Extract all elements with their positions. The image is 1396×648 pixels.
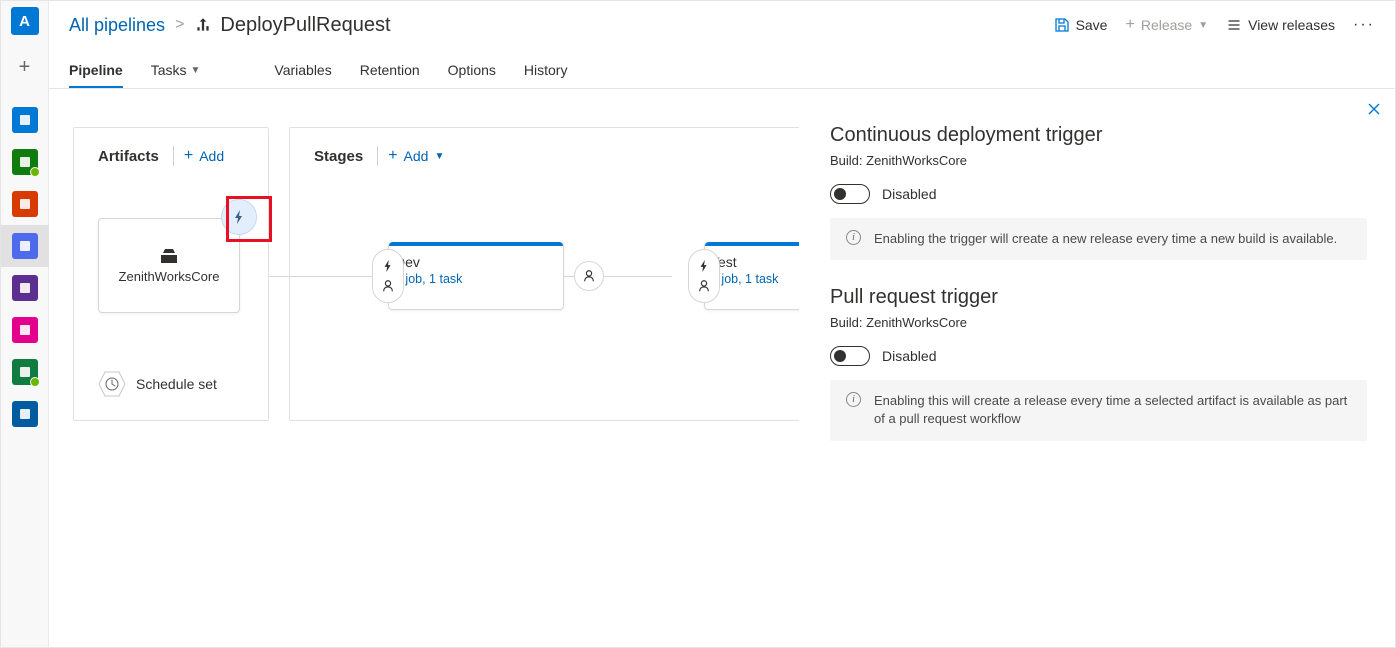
breadcrumb-root[interactable]: All pipelines — [69, 15, 165, 36]
tab-retention[interactable]: Retention — [360, 62, 420, 88]
lightning-icon — [231, 209, 247, 225]
stage-predeploy-button[interactable] — [372, 249, 404, 303]
breadcrumb-title-text: DeployPullRequest — [220, 14, 390, 37]
stage-postapproval-button[interactable] — [574, 261, 604, 291]
schedule-label: Schedule set — [136, 376, 217, 392]
stages-add-button[interactable]: + Add ▼ — [388, 147, 444, 165]
cd-trigger-toggle[interactable] — [830, 184, 870, 204]
close-icon — [1367, 102, 1381, 116]
nav-item-boards[interactable] — [1, 141, 49, 183]
pr-info-box: i Enabling this will create a release ev… — [830, 380, 1367, 440]
project-avatar[interactable]: A — [11, 7, 39, 35]
breadcrumb-sep: > — [175, 16, 184, 34]
build-source-icon — [159, 247, 179, 265]
close-button[interactable] — [1367, 102, 1381, 116]
save-icon — [1054, 17, 1070, 33]
person-icon — [582, 269, 596, 283]
pr-trigger-subtitle: Build: ZenithWorksCore — [830, 315, 1367, 330]
schedule-icon — [98, 372, 126, 396]
tabs: Pipeline Tasks▼ Variables Retention Opti… — [49, 49, 1395, 89]
nav-item-other[interactable] — [1, 393, 49, 435]
connector-line — [269, 276, 289, 277]
chevron-down-icon: ▼ — [1198, 20, 1208, 31]
stage-tasks-link[interactable]: 1 job, 1 task — [395, 272, 553, 286]
plus-icon: + — [184, 147, 193, 165]
tab-pipeline[interactable]: Pipeline — [69, 62, 123, 88]
info-icon: i — [846, 230, 861, 245]
cd-trigger-button[interactable] — [221, 199, 257, 235]
tab-variables[interactable]: Variables — [274, 62, 331, 88]
nav-item-repos[interactable] — [1, 183, 49, 225]
nav-item-artifacts[interactable] — [1, 309, 49, 351]
stage-predeploy-button[interactable] — [688, 249, 720, 303]
tab-history[interactable]: History — [524, 62, 568, 88]
pr-trigger-title: Pull request trigger — [830, 286, 1367, 309]
tab-options[interactable]: Options — [448, 62, 496, 88]
chevron-down-icon: ▼ — [434, 151, 444, 162]
pr-trigger-state: Disabled — [882, 348, 936, 364]
artifact-name: ZenithWorksCore — [119, 269, 220, 284]
more-actions-button[interactable]: ··· — [1353, 16, 1375, 34]
top-bar: All pipelines > DeployPullRequest Save +… — [49, 1, 1395, 49]
nav-new-icon[interactable]: + — [1, 49, 49, 85]
cd-trigger-subtitle: Build: ZenithWorksCore — [830, 153, 1367, 168]
pr-trigger-toggle[interactable] — [830, 346, 870, 366]
artifact-card[interactable]: ZenithWorksCore — [98, 218, 240, 313]
artifacts-panel: Artifacts + Add ZenithWorksCore — [73, 127, 269, 421]
save-button[interactable]: Save — [1054, 17, 1108, 33]
nav-item-overview[interactable] — [1, 99, 49, 141]
chevron-down-icon: ▼ — [190, 65, 200, 76]
stage-name: Dev — [395, 254, 553, 270]
artifacts-title: Artifacts — [98, 148, 159, 165]
release-button[interactable]: + Release ▼ — [1125, 16, 1208, 34]
stages-title: Stages — [314, 148, 363, 165]
lightning-icon — [381, 259, 395, 273]
lightning-icon — [697, 259, 711, 273]
connector-line — [290, 276, 372, 277]
info-icon: i — [846, 392, 861, 407]
cd-trigger-title: Continuous deployment trigger — [830, 124, 1367, 147]
cd-trigger-state: Disabled — [882, 186, 936, 202]
nav-item-testplans[interactable] — [1, 267, 49, 309]
trigger-side-panel: Continuous deployment trigger Build: Zen… — [799, 90, 1395, 647]
plus-icon: + — [388, 147, 397, 165]
cd-info-box: i Enabling the trigger will create a new… — [830, 218, 1367, 260]
plus-icon: + — [1125, 16, 1134, 34]
artifacts-add-button[interactable]: + Add — [184, 147, 224, 165]
stage-card-dev[interactable]: Dev 1 job, 1 task — [388, 242, 564, 310]
breadcrumb-title: DeployPullRequest — [194, 14, 390, 37]
nav-item-shield[interactable] — [1, 351, 49, 393]
deploy-icon — [194, 16, 212, 34]
view-releases-button[interactable]: View releases — [1226, 17, 1335, 33]
person-icon — [697, 279, 711, 293]
divider — [377, 146, 378, 166]
connector-line — [552, 276, 672, 277]
person-icon — [381, 279, 395, 293]
nav-item-pipelines[interactable] — [1, 225, 49, 267]
list-icon — [1226, 17, 1242, 33]
divider — [173, 146, 174, 166]
tab-tasks[interactable]: Tasks▼ — [151, 62, 201, 88]
schedule-row[interactable]: Schedule set — [98, 372, 217, 396]
left-nav: A + — [1, 1, 49, 647]
